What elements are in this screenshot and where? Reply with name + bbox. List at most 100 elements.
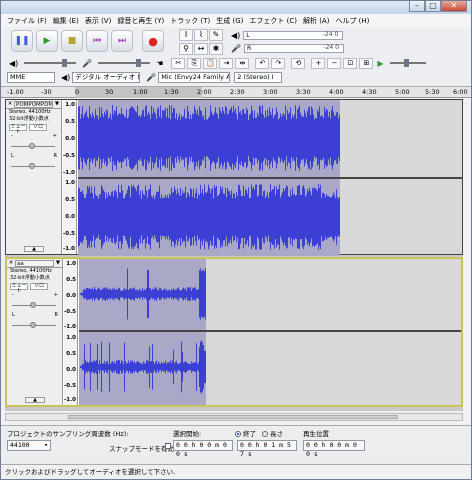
scale-label: 0.0 — [65, 136, 75, 142]
waveform-area[interactable] — [78, 100, 462, 256]
gain-knob[interactable] — [29, 143, 35, 149]
minimize-icon[interactable]: – — [409, 1, 425, 12]
play-button[interactable]: ▶ — [36, 30, 58, 52]
chevron-down-icon: ▾ — [44, 441, 48, 449]
track-close-icon[interactable]: ✕ — [7, 260, 15, 266]
playback-meter-ticks: -24 0 — [322, 31, 339, 38]
track-control-panel[interactable]: ✕ POMPOMPOMP ▼ Stereo, 44100Hz 32-bit浮動小… — [6, 100, 62, 254]
menu-help[interactable]: ヘルプ (H) — [335, 16, 369, 26]
menu-tracks[interactable]: トラック (T) — [170, 16, 210, 26]
audio-host-select[interactable]: MME — [7, 71, 55, 83]
microphone-icon: 🎤 — [231, 44, 241, 53]
copy-button[interactable]: ⎘ — [187, 57, 202, 69]
fit-project-button[interactable]: ⊞ — [359, 57, 374, 69]
snap-checkbox[interactable] — [165, 443, 171, 449]
track-name-menu[interactable]: aa — [15, 259, 54, 267]
collapse-track-button[interactable]: ▲ — [25, 397, 45, 403]
track-menu-arrow-icon[interactable]: ▼ — [53, 101, 61, 107]
end-radio[interactable] — [235, 431, 241, 437]
ruler-tick: 4:30 — [362, 88, 377, 96]
trim-button[interactable]: ⇥ — [219, 57, 234, 69]
zoom-in-button[interactable]: + — [311, 57, 326, 69]
menu-transport[interactable]: 録音と再生 (Y) — [117, 16, 164, 26]
mute-button[interactable]: ミュート — [10, 283, 28, 294]
menu-view[interactable]: 表示 (V) — [85, 16, 111, 26]
track-name-menu[interactable]: POMPOMPOMP — [14, 100, 53, 108]
volume-icon: ◀) — [9, 58, 19, 68]
zoom-out-button[interactable]: − — [327, 57, 342, 69]
pause-button[interactable]: ❚❚ — [11, 30, 33, 52]
gain-slider[interactable] — [12, 302, 56, 308]
timeline-ruler[interactable]: -1.00 -30 0 30 1:00 1:30 2:00 2:30 3:00 … — [1, 86, 471, 98]
stop-button[interactable]: ■ — [61, 30, 83, 52]
pan-slider[interactable] — [11, 163, 55, 169]
solo-button[interactable]: ソロ — [30, 283, 48, 290]
maximize-icon[interactable]: □ — [425, 1, 441, 12]
mute-button[interactable]: ミュート — [9, 124, 27, 135]
audio-track-1[interactable]: ✕ POMPOMPOMP ▼ Stereo, 44100Hz 32-bit浮動小… — [5, 99, 463, 256]
pan-knob[interactable] — [30, 322, 36, 328]
title-bar: – □ ✕ — [1, 1, 471, 14]
waveform-area[interactable] — [79, 259, 461, 405]
paste-button[interactable]: 📋 — [203, 57, 218, 69]
fit-selection-button[interactable]: ⊡ — [343, 57, 358, 69]
scale-label: 0.0 — [66, 293, 76, 299]
skip-start-button[interactable]: ⏮ — [86, 30, 108, 52]
selection-tool-icon[interactable]: I — [179, 29, 193, 41]
input-volume-knob[interactable] — [136, 59, 142, 67]
menu-file[interactable]: ファイル (F) — [7, 16, 47, 26]
selection-start-field[interactable]: 0 0 h 0 0 m 0 0 s — [173, 440, 233, 458]
cut-button[interactable]: ✂ — [171, 57, 186, 69]
gain-plus-label: + — [52, 133, 57, 139]
envelope-tool-icon[interactable]: ⌇ — [194, 29, 208, 41]
menu-analyze[interactable]: 解析 (A) — [303, 16, 329, 26]
solo-button[interactable]: ソロ — [29, 124, 47, 131]
skip-end-button[interactable]: ⏭ — [111, 30, 133, 52]
play-speed-slider[interactable] — [389, 59, 426, 67]
close-icon[interactable]: ✕ — [441, 1, 467, 12]
speaker-icon: ◀) — [231, 31, 241, 40]
audio-position-field[interactable]: 0 0 h 0 0 m 0 0 s — [303, 440, 365, 458]
collapse-track-button[interactable]: ▲ — [24, 246, 44, 252]
input-device-select[interactable]: Mic (Envy24 Family A — [158, 71, 231, 83]
menu-bar: ファイル (F) 編集 (E) 表示 (V) 録音と再生 (Y) トラック (T… — [1, 14, 471, 27]
track-control-panel[interactable]: ✕ aa ▼ Stereo, 44100Hz 32-bit浮動小数点 ミュート … — [7, 259, 63, 405]
audio-track-2[interactable]: ✕ aa ▼ Stereo, 44100Hz 32-bit浮動小数点 ミュート … — [5, 257, 463, 407]
record-button[interactable]: ● — [142, 30, 164, 52]
gain-slider[interactable] — [11, 143, 55, 149]
channel-divider — [79, 330, 461, 332]
zoom-tool-icon[interactable]: ⚲ — [179, 42, 193, 55]
pan-knob[interactable] — [29, 163, 35, 169]
horizontal-scrollbar[interactable] — [5, 413, 463, 421]
playback-meter[interactable]: L -24 0 — [243, 31, 344, 40]
mic-volume-icon: 🎤 — [82, 58, 93, 68]
redo-button[interactable]: ↷ — [271, 57, 286, 69]
selection-end-field[interactable]: 0 0 h 0 1 m 5 7 s — [237, 440, 297, 458]
multi-tool-icon[interactable]: ✱ — [209, 42, 223, 55]
output-volume-slider[interactable] — [24, 59, 77, 67]
timeshift-tool-icon[interactable]: ↔ — [194, 42, 208, 55]
output-device-select[interactable]: デジタル オーディオ (S/F — [72, 71, 141, 83]
undo-button[interactable]: ↶ — [255, 57, 270, 69]
sync-lock-button[interactable]: ⟲ — [291, 57, 306, 69]
input-channels-select[interactable]: 2 (Stereo) I — [234, 71, 283, 83]
output-volume-knob[interactable] — [62, 59, 68, 67]
record-meter[interactable]: R -24 0 — [243, 44, 344, 53]
input-device-icon: 🎤 — [146, 72, 157, 82]
input-volume-slider[interactable] — [98, 59, 151, 67]
menu-edit[interactable]: 編集 (E) — [53, 16, 79, 26]
pan-slider[interactable] — [12, 322, 56, 328]
length-radio[interactable] — [262, 431, 269, 437]
gain-knob[interactable] — [30, 302, 36, 308]
track-menu-arrow-icon[interactable]: ▼ — [54, 260, 62, 266]
play-at-speed-icon[interactable]: ▶ — [377, 59, 383, 68]
track-close-icon[interactable]: ✕ — [6, 101, 14, 107]
project-rate-select[interactable]: 44100 ▾ — [7, 440, 51, 451]
scrollbar-thumb[interactable] — [68, 415, 398, 419]
silence-button[interactable]: ⇹ — [235, 57, 250, 69]
menu-generate[interactable]: 生成 (G) — [216, 16, 243, 26]
draw-tool-icon[interactable]: ✎ — [209, 29, 223, 41]
play-speed-knob[interactable] — [403, 59, 409, 67]
menu-effect[interactable]: エフェクト (C) — [249, 16, 297, 26]
track-panel: ✕ POMPOMPOMP ▼ Stereo, 44100Hz 32-bit浮動小… — [5, 99, 463, 411]
